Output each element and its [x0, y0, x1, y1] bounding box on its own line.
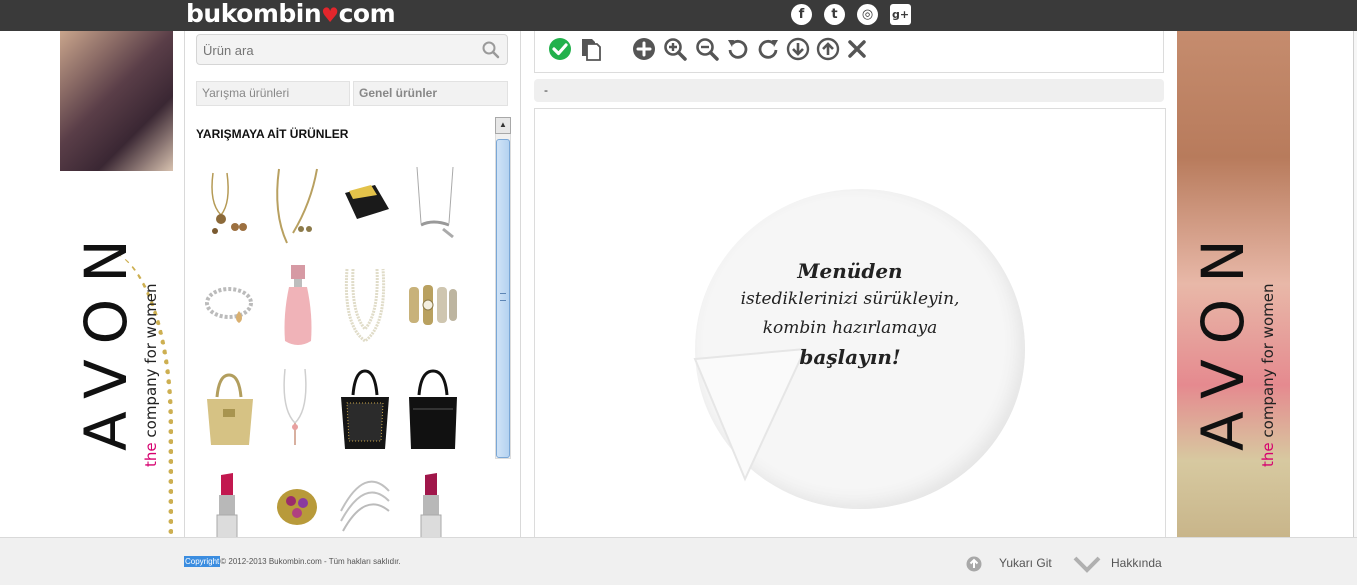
- rotate-right-button[interactable]: [756, 37, 780, 61]
- hint-line-3: kombin hazırlamaya: [762, 318, 938, 338]
- combine-canvas[interactable]: Menüden istediklerinizi sürükleyin, komb…: [534, 108, 1166, 538]
- perfume-bottle-icon[interactable]: [267, 265, 329, 357]
- bring-forward-button[interactable]: [816, 37, 840, 61]
- lipstick-icon[interactable]: [199, 471, 261, 537]
- hint-line-1: Menüden: [797, 259, 903, 283]
- avon-tagline: the company for women: [142, 284, 160, 467]
- copyright-text: Copyright© 2012-2013 Bukombin.com - Tüm …: [184, 556, 401, 567]
- chevron-down-icon[interactable]: [1073, 555, 1101, 573]
- logo-text-2: com: [338, 0, 396, 28]
- page-scrollbar[interactable]: [1353, 31, 1357, 537]
- hint-line-2: istediklerinizi sürükleyin,: [740, 289, 960, 309]
- drag-hint-text: Menüden istediklerinizi sürükleyin, komb…: [685, 257, 1015, 371]
- tagline-the: the: [142, 442, 160, 467]
- google-plus-icon[interactable]: g+: [890, 4, 911, 25]
- search-icon[interactable]: [481, 40, 501, 60]
- site-logo[interactable]: bukombin♥com: [186, 0, 396, 28]
- avon-logo: AVON: [1189, 223, 1257, 451]
- twitter-icon[interactable]: t: [824, 4, 845, 25]
- tab-competition-products[interactable]: Yarışma ürünleri: [196, 81, 350, 106]
- scroll-grip-icon: [500, 293, 506, 301]
- send-backward-button[interactable]: [786, 37, 810, 61]
- watch-bangle-set-icon[interactable]: [403, 265, 465, 357]
- copyright-word: Copyright: [184, 556, 221, 567]
- about-link[interactable]: Hakkında: [1111, 556, 1162, 570]
- product-grid: [199, 163, 471, 537]
- confirm-button[interactable]: [548, 37, 572, 61]
- copy-button[interactable]: [579, 37, 603, 61]
- black-tote-bag-icon[interactable]: [403, 369, 465, 461]
- search-box: [196, 34, 508, 65]
- avon-logo: AVON: [72, 223, 140, 451]
- pendant-necklace-icon[interactable]: [267, 369, 329, 461]
- copyright-rest: © 2012-2013 Bukombin.com - Tüm hakları s…: [220, 557, 401, 566]
- editor-toolbar: [534, 31, 1164, 73]
- instagram-icon[interactable]: ◎: [857, 4, 878, 25]
- black-handbag-icon[interactable]: [335, 369, 397, 461]
- top-bar: bukombin♥com f t ◎ g+: [0, 0, 1357, 31]
- logo-text-1: bukombin: [186, 0, 322, 28]
- pearl-necklace-icon[interactable]: [335, 265, 397, 357]
- arrow-up-circle-icon[interactable]: [966, 556, 982, 572]
- tagline-rest: company for women: [1259, 283, 1277, 443]
- gem-ring-icon[interactable]: [267, 471, 329, 537]
- gold-necklace-set-icon[interactable]: [267, 163, 329, 255]
- left-ad-banner[interactable]: AVON the company for women: [60, 31, 173, 537]
- tagline-the: the: [1259, 442, 1277, 467]
- product-panel: Yarışma ürünleri Genel ürünler YARIŞMAYA…: [184, 31, 521, 537]
- model-photo: [60, 31, 173, 171]
- beige-handbag-icon[interactable]: [199, 369, 261, 461]
- necklace-earring-set-icon[interactable]: [199, 163, 261, 255]
- lipstick-icon[interactable]: [403, 471, 465, 537]
- rotate-left-button[interactable]: [726, 37, 750, 61]
- search-input[interactable]: [203, 41, 473, 59]
- heart-icon: ♥: [321, 3, 339, 27]
- section-title: YARIŞMAYA AİT ÜRÜNLER: [196, 127, 349, 141]
- zoom-in-button[interactable]: [663, 37, 687, 61]
- selection-status: -: [534, 79, 1164, 102]
- tagline-rest: company for women: [142, 283, 160, 443]
- hint-line-4: başlayın!: [799, 345, 901, 369]
- right-ad-banner[interactable]: AVON the company for women: [1177, 31, 1290, 537]
- add-button[interactable]: [632, 37, 656, 61]
- silver-necklace-icon[interactable]: [403, 163, 465, 255]
- facebook-icon[interactable]: f: [791, 4, 812, 25]
- wallet-icon[interactable]: [335, 163, 397, 255]
- multi-strand-necklace-icon[interactable]: [335, 471, 397, 537]
- charm-bracelet-icon[interactable]: [199, 265, 261, 357]
- back-to-top-link[interactable]: Yukarı Git: [999, 556, 1052, 570]
- scroll-up-button[interactable]: ▲: [495, 117, 511, 134]
- avon-tagline: the company for women: [1259, 284, 1277, 467]
- zoom-out-button[interactable]: [695, 37, 719, 61]
- tab-general-products[interactable]: Genel ürünler: [353, 81, 508, 106]
- delete-button[interactable]: [845, 37, 869, 61]
